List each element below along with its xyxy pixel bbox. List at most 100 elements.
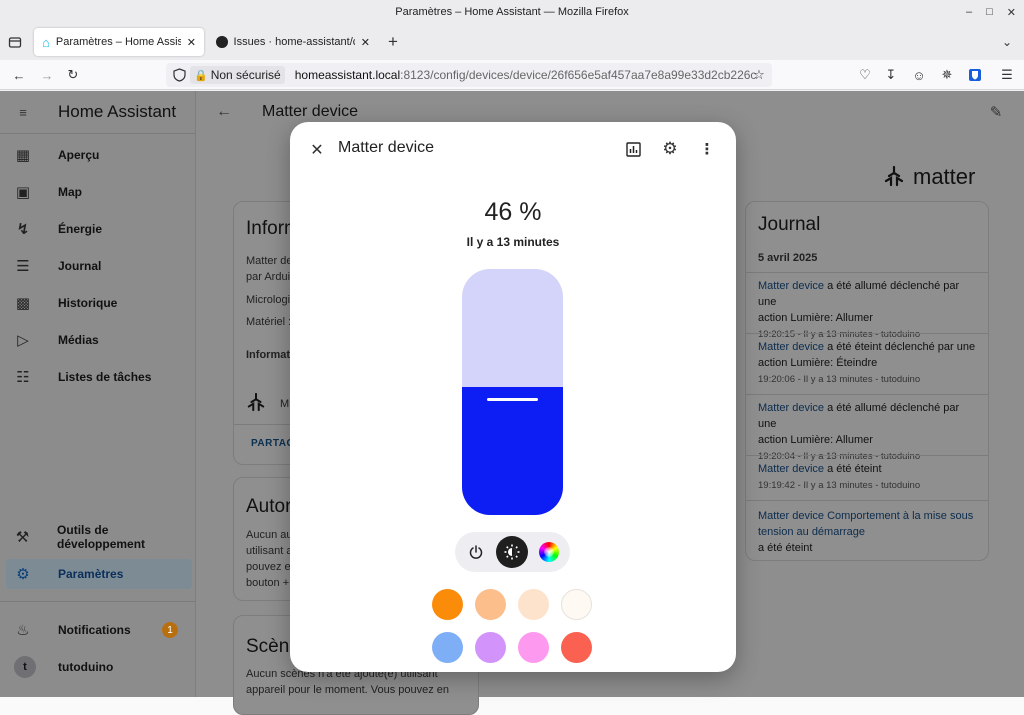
- entity-link[interactable]: Matter device: [758, 280, 824, 292]
- color-swatch[interactable]: [518, 589, 549, 620]
- color-swatch[interactable]: [432, 589, 463, 620]
- sidebar-item-journal[interactable]: ☰ Journal: [6, 251, 192, 281]
- integration-row[interactable]: M: [246, 392, 289, 415]
- entity-link[interactable]: Matter device: [758, 402, 824, 414]
- sidebar-item-label: Médias: [58, 333, 99, 347]
- color-swatch[interactable]: [561, 632, 592, 663]
- firefox-window: Paramètres – Home Assistant — Mozilla Fi…: [0, 0, 1024, 715]
- minimize-icon[interactable]: –: [966, 6, 972, 18]
- color-swatch[interactable]: [475, 589, 506, 620]
- bell-icon: ♨: [16, 622, 30, 639]
- url-bar[interactable]: 🔒 Non sécurisé homeassistant.local:8123/…: [166, 63, 772, 87]
- clipboard-icon: ☷: [16, 369, 30, 386]
- sidebar-item-historique[interactable]: ▩ Historique: [6, 288, 192, 318]
- color-swatch[interactable]: [518, 632, 549, 663]
- close-tab-icon[interactable]: ✕: [187, 36, 196, 49]
- more-vertical-icon[interactable]: ⋮: [698, 140, 716, 158]
- tab-label: Paramètres – Home Assistant: [55, 36, 181, 48]
- device-manufacturer-line: par Ardui: [246, 271, 291, 283]
- menu-icon[interactable]: ☰: [998, 66, 1016, 84]
- entity-link[interactable]: Matter device Comportement à la mise sou…: [758, 510, 973, 522]
- tab-overview-icon[interactable]: [6, 33, 24, 51]
- entry-text: a été éteint: [758, 542, 813, 554]
- entity-link[interactable]: Matter device: [758, 463, 824, 475]
- sidebar-item-medias[interactable]: ▷ Médias: [6, 325, 192, 355]
- last-changed: Il y a 13 minutes: [466, 235, 560, 249]
- pocket-icon[interactable]: ♡: [856, 66, 874, 84]
- sidebar-item-map[interactable]: ▣ Map: [6, 177, 192, 207]
- sidebar-item-parametres[interactable]: ⚙ Paramètres: [6, 559, 192, 589]
- matter-logo: matter: [883, 164, 975, 190]
- sidebar-item-dev-tools[interactable]: ⚒ Outils de développement: [6, 522, 192, 552]
- brightness-icon: [504, 544, 520, 560]
- journal-entry: Matter device a été éteint 19:19:42 - Il…: [758, 461, 978, 494]
- url-host: homeassistant.local: [294, 68, 401, 82]
- sidebar-item-label: Notifications: [58, 623, 131, 637]
- bookmark-star-icon[interactable]: ☆: [750, 66, 768, 84]
- card-text-line: bouton +: [246, 577, 290, 589]
- journal-card: Journal 5 avril 2025 Matter device a été…: [745, 201, 989, 561]
- sidebar-item-profile[interactable]: t tutoduino: [6, 652, 192, 682]
- avatar: t: [14, 656, 36, 678]
- tab-list-chevron-icon[interactable]: ⌄: [998, 33, 1016, 51]
- reload-icon[interactable]: ↻: [64, 66, 82, 84]
- maximize-icon[interactable]: □: [986, 6, 993, 18]
- brightness-mode-button[interactable]: [496, 536, 529, 568]
- sidebar-item-apercu[interactable]: ▦ Aperçu: [6, 140, 192, 170]
- close-tab-icon[interactable]: ✕: [361, 36, 370, 49]
- color-swatch[interactable]: [561, 589, 592, 620]
- bitwarden-icon[interactable]: [966, 66, 984, 84]
- matter-logo-icon: [883, 165, 905, 190]
- security-indicator[interactable]: 🔒 Non sécurisé: [190, 66, 285, 84]
- divider: [746, 394, 988, 395]
- close-window-icon[interactable]: ✕: [1007, 6, 1016, 19]
- history-chart-icon[interactable]: [624, 140, 642, 158]
- downloads-icon[interactable]: ↧: [882, 66, 900, 84]
- extensions-icon[interactable]: ✵: [938, 66, 956, 84]
- color-swatch[interactable]: [432, 632, 463, 663]
- menu-collapse-icon[interactable]: ≡: [14, 103, 32, 121]
- entry-text: action Lumière: Éteindre: [758, 357, 878, 369]
- entry-text: a été éteint déclenché par une: [824, 341, 976, 353]
- sidebar-item-label: Aperçu: [58, 148, 100, 162]
- hardware-line: Matériel :: [246, 316, 292, 328]
- back-arrow-icon[interactable]: ←: [10, 66, 28, 84]
- back-arrow-icon[interactable]: ←: [215, 103, 233, 121]
- sidebar-item-energie[interactable]: ↯ Énergie: [6, 214, 192, 244]
- brightness-value: 46 %: [484, 198, 542, 226]
- sidebar-item-listes-de-taches[interactable]: ☷ Listes de tâches: [6, 362, 192, 392]
- entry-meta: 19:19:42 - Il y a 13 minutes - tutoduino: [758, 480, 921, 491]
- window-controls: – □ ✕: [966, 0, 1016, 24]
- close-icon[interactable]: ✕: [308, 141, 326, 159]
- tab-github-issues[interactable]: Issues · home-assistant/core ✕: [208, 28, 378, 56]
- brightness-slider-handle[interactable]: [487, 398, 538, 401]
- journal-date: 5 avril 2025: [758, 252, 818, 264]
- hammer-icon: ⚒: [15, 529, 30, 546]
- cog-icon: ⚙: [16, 566, 30, 583]
- matter-logo-text: matter: [913, 164, 976, 189]
- sidebar-title: Home Assistant: [58, 102, 177, 121]
- power-icon: [469, 545, 483, 559]
- card-text-line: Aucun au: [246, 529, 293, 541]
- color-swatch[interactable]: [475, 632, 506, 663]
- entity-link[interactable]: Matter device: [758, 341, 824, 353]
- power-toggle-button[interactable]: [460, 536, 492, 568]
- tab-home-assistant[interactable]: ⌂ Paramètres – Home Assistant ✕: [34, 28, 204, 56]
- entity-link-continued[interactable]: tension au démarrage: [758, 526, 865, 538]
- shield-icon[interactable]: [170, 66, 188, 84]
- color-wheel-icon: [538, 542, 559, 562]
- tab-label: Issues · home-assistant/core: [233, 36, 355, 48]
- edit-pencil-icon[interactable]: ✎: [987, 103, 1005, 121]
- settings-gear-icon[interactable]: ⚙: [661, 139, 679, 158]
- tab-bar: ⌂ Paramètres – Home Assistant ✕ Issues ·…: [0, 24, 1024, 60]
- account-icon[interactable]: ☺: [910, 66, 928, 84]
- forward-arrow-icon[interactable]: →: [38, 66, 56, 84]
- share-button[interactable]: PARTAG: [251, 438, 295, 449]
- new-tab-icon[interactable]: +: [384, 32, 402, 51]
- sidebar-divider: [0, 133, 196, 134]
- sidebar-item-label: Historique: [58, 296, 118, 310]
- brightness-slider[interactable]: [462, 269, 563, 515]
- security-label: Non sécurisé: [210, 68, 281, 82]
- sidebar-item-label: Outils de développement: [57, 523, 146, 551]
- color-wheel-button[interactable]: [533, 536, 565, 568]
